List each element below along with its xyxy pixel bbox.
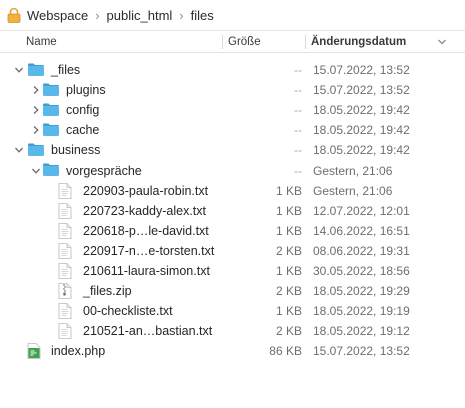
disclosure-expanded-icon[interactable] <box>14 65 24 75</box>
folder-row[interactable]: config -- 18.05.2022, 19:42 <box>0 100 465 120</box>
item-name: _files.zip <box>83 284 132 299</box>
folder-icon <box>27 142 45 160</box>
item-size: -- <box>294 143 302 158</box>
folder-icon <box>42 102 60 120</box>
item-date: 12.07.2022, 12:01 <box>313 203 410 218</box>
item-name: 210611-laura-simon.txt <box>83 263 210 278</box>
text-file-icon <box>58 303 72 322</box>
item-size: -- <box>294 103 302 118</box>
file-list: _files -- 15.07.2022, 13:52 plugins -- 15.07.… <box>0 60 465 361</box>
zip-file-icon <box>58 283 72 302</box>
lock-icon <box>7 7 21 23</box>
column-name-header[interactable]: Name <box>26 31 57 53</box>
file-row[interactable]: 220903-paula-robin.txt 1 KB Gestern, 21:06 <box>0 181 465 201</box>
item-date: 15.07.2022, 13:52 <box>313 344 410 359</box>
item-size: 1 KB <box>275 304 302 319</box>
file-row[interactable]: 220723-kaddy-alex.txt 1 KB 12.07.2022, 12:… <box>0 201 465 221</box>
item-size: 2 KB <box>275 284 302 299</box>
item-name: 00-checkliste.txt <box>83 304 173 319</box>
item-name: config <box>66 103 100 118</box>
breadcrumb-files[interactable]: files <box>191 8 214 23</box>
item-date: 15.07.2022, 13:52 <box>313 83 410 98</box>
breadcrumb-public-html[interactable]: public_html <box>107 8 173 23</box>
item-name: cache <box>66 123 100 138</box>
file-row[interactable]: 220618-p…le-david.txt 1 KB 14.06.2022, 16:… <box>0 221 465 241</box>
sort-chevron-icon[interactable] <box>437 31 447 53</box>
text-file-icon <box>58 242 72 262</box>
item-name: 220723-kaddy-alex.txt <box>83 203 206 218</box>
item-name: vorgespräche <box>66 163 142 178</box>
folder-row[interactable]: business -- 18.05.2022, 19:42 <box>0 140 465 160</box>
item-name: _files <box>51 63 81 78</box>
item-date: 18.05.2022, 19:42 <box>313 143 410 158</box>
breadcrumb-separator: › <box>95 7 100 23</box>
folder-icon <box>27 62 45 80</box>
item-date: 08.06.2022, 19:31 <box>313 243 410 258</box>
item-size: -- <box>294 83 302 98</box>
item-date: 18.05.2022, 19:42 <box>313 123 410 138</box>
item-date: 15.07.2022, 13:52 <box>313 63 410 78</box>
item-date: 18.05.2022, 19:29 <box>313 284 410 299</box>
text-file-icon <box>58 323 72 342</box>
folder-row[interactable]: cache -- 18.05.2022, 19:42 <box>0 120 465 140</box>
item-date: 18.05.2022, 19:12 <box>313 324 410 339</box>
item-size: 1 KB <box>275 223 302 238</box>
item-name: business <box>51 143 101 158</box>
column-header: Name Größe Änderungsdatum <box>0 31 465 53</box>
item-name: index.php <box>51 344 106 359</box>
file-row[interactable]: 00-checkliste.txt 1 KB 18.05.2022, 19:19 <box>0 301 465 321</box>
breadcrumb-separator: › <box>179 7 184 23</box>
folder-icon <box>42 162 60 180</box>
text-file-icon <box>58 263 72 282</box>
disclosure-expanded-icon[interactable] <box>31 166 41 176</box>
file-row[interactable]: 220917-n…e-torsten.txt 2 KB 08.06.2022, 19… <box>0 241 465 261</box>
item-date: 18.05.2022, 19:19 <box>313 304 410 319</box>
item-date: 14.06.2022, 16:51 <box>313 223 410 238</box>
item-date: Gestern, 21:06 <box>313 163 393 178</box>
folder-icon <box>42 82 60 100</box>
folder-row[interactable]: vorgespräche -- Gestern, 21:06 <box>0 160 465 180</box>
folder-row[interactable]: _files -- 15.07.2022, 13:52 <box>0 60 465 80</box>
disclosure-collapsed-icon[interactable] <box>31 125 41 135</box>
item-size: 86 KB <box>269 344 302 359</box>
item-name: 220903-paula-robin.txt <box>83 183 209 198</box>
item-size: 1 KB <box>275 183 302 198</box>
php-file-icon <box>27 343 41 362</box>
path-bar: Webspace › public_html › files <box>0 0 465 31</box>
file-row[interactable]: 210611-laura-simon.txt 1 KB 30.05.2022, 18… <box>0 261 465 281</box>
item-name: 220917-n…e-torsten.txt <box>83 243 215 258</box>
item-size: 2 KB <box>275 243 302 258</box>
item-name: plugins <box>66 83 106 98</box>
item-name: 210521-an…bastian.txt <box>83 324 213 339</box>
text-file-icon <box>58 182 72 202</box>
column-date-header[interactable]: Änderungsdatum <box>311 31 406 53</box>
folder-row[interactable]: plugins -- 15.07.2022, 13:52 <box>0 80 465 100</box>
item-date: Gestern, 21:06 <box>313 183 393 198</box>
item-size: 1 KB <box>275 263 302 278</box>
item-date: 30.05.2022, 18:56 <box>313 263 410 278</box>
column-size-header[interactable]: Größe <box>228 31 261 53</box>
breadcrumb-webspace[interactable]: Webspace <box>27 8 88 23</box>
item-size: 2 KB <box>275 324 302 339</box>
disclosure-expanded-icon[interactable] <box>14 145 24 155</box>
item-size: -- <box>294 163 302 178</box>
item-size: -- <box>294 123 302 138</box>
column-divider[interactable] <box>305 35 306 49</box>
text-file-icon <box>58 222 72 242</box>
item-size: -- <box>294 63 302 78</box>
item-date: 18.05.2022, 19:42 <box>313 103 410 118</box>
file-row[interactable]: 210521-an…bastian.txt 2 KB 18.05.2022, 19:… <box>0 321 465 341</box>
folder-icon <box>42 122 60 140</box>
column-divider[interactable] <box>222 35 223 49</box>
item-size: 1 KB <box>275 203 302 218</box>
disclosure-collapsed-icon[interactable] <box>31 85 41 95</box>
text-file-icon <box>58 202 72 222</box>
disclosure-collapsed-icon[interactable] <box>31 105 41 115</box>
file-row[interactable]: _files.zip 2 KB 18.05.2022, 19:29 <box>0 281 465 301</box>
file-row[interactable]: index.php 86 KB 15.07.2022, 13:52 <box>0 341 465 361</box>
item-name: 220618-p…le-david.txt <box>83 223 209 238</box>
